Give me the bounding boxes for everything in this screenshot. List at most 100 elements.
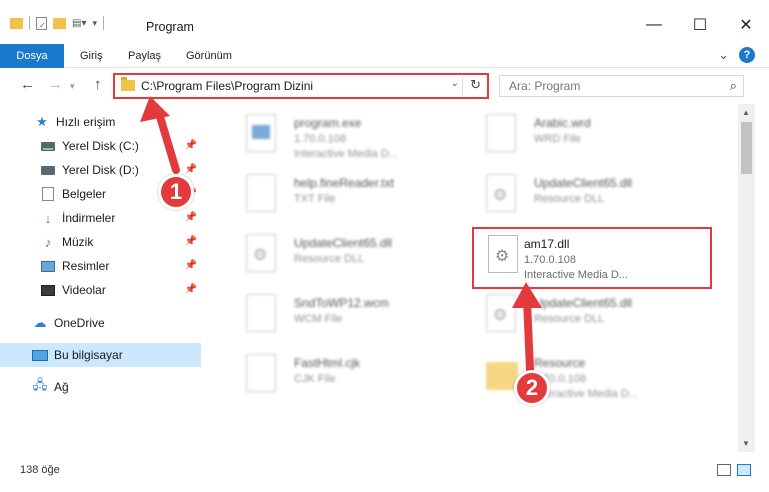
- executable-icon: [246, 114, 276, 152]
- search-input[interactable]: Ara: Program ⌕: [499, 75, 744, 97]
- sidebar-item-this-pc[interactable]: Bu bilgisayar: [0, 343, 201, 367]
- file-item[interactable]: UpdateClient65.dll Resource DLL: [232, 228, 468, 284]
- expand-ribbon-icon[interactable]: ⌄: [718, 47, 729, 63]
- sidebar-item-label: Ağ: [54, 380, 69, 394]
- file-name: help.fineReader.txt: [294, 176, 395, 190]
- file-item[interactable]: SndToWP12.wcm WCM File: [232, 288, 468, 344]
- scroll-up-icon[interactable]: ▲: [742, 108, 750, 117]
- search-icon[interactable]: ⌕: [730, 78, 737, 94]
- minimize-button[interactable]: —: [631, 10, 677, 40]
- videos-icon: [40, 282, 56, 298]
- file-meta: Resource DLL: [534, 313, 605, 325]
- address-divider: [462, 77, 463, 95]
- callout-badge-2: 2: [514, 370, 550, 406]
- recent-locations-icon[interactable]: ▾: [70, 81, 75, 92]
- tiles-view-icon[interactable]: [737, 464, 751, 476]
- file-meta: Resource DLL: [534, 193, 605, 205]
- pin-icon[interactable]: 📌: [185, 260, 197, 271]
- tab-share[interactable]: Paylaş: [128, 44, 161, 68]
- scroll-down-icon[interactable]: ▼: [742, 439, 750, 448]
- file-item[interactable]: program.exe 1.70.0.108 Interactive Media …: [232, 108, 468, 164]
- tab-file[interactable]: Dosya: [0, 44, 64, 68]
- address-path[interactable]: C:\Program Files\Program Dizini: [141, 79, 313, 93]
- sidebar-item-label: Bu bilgisayar: [54, 348, 123, 362]
- sidebar-item-music[interactable]: ♪ Müzik 📌: [0, 230, 201, 254]
- toolbar-dropdown-icon[interactable]: ▾: [92, 18, 97, 29]
- item-count: 138 öğe: [20, 464, 60, 476]
- maximize-button[interactable]: ☐: [677, 10, 723, 40]
- document-icon: [246, 354, 276, 392]
- file-item[interactable]: help.fineReader.txt TXT File: [232, 168, 468, 224]
- close-button[interactable]: ✕: [723, 10, 769, 40]
- sidebar-item-pictures[interactable]: Resimler 📌: [0, 254, 201, 278]
- up-arrow-icon[interactable]: ↑: [94, 76, 102, 93]
- address-bar[interactable]: C:\Program Files\Program Dizini ⌄ ↻: [113, 73, 489, 99]
- file-name: program.exe: [294, 116, 362, 130]
- document-icon: [486, 114, 516, 152]
- network-icon: 🖧: [32, 377, 48, 392]
- file-item[interactable]: UpdateClient65.dll Resource DLL: [472, 168, 708, 224]
- sidebar-item-downloads[interactable]: ↓ İndirmeler 📌: [0, 206, 201, 230]
- file-meta: WCM File: [294, 313, 343, 325]
- folder-item[interactable]: Resource 1.70.0.108 Interactive Media D..…: [472, 348, 708, 404]
- new-folder-icon[interactable]: [53, 17, 66, 29]
- toolbar-separator: [29, 16, 30, 30]
- navigation-pane: ★ Hızlı erişim Yerel Disk (C:) 📌 Yerel D…: [0, 104, 210, 452]
- details-view-icon[interactable]: [717, 464, 731, 476]
- file-item[interactable]: Arabic.wrd WRD File: [472, 108, 708, 164]
- address-row: ← → ▾ ↑ C:\Program Files\Program Dizini …: [0, 68, 769, 104]
- file-name: SndToWP12.wcm: [294, 296, 389, 310]
- sidebar-item-local-disk-c[interactable]: Yerel Disk (C:) 📌: [0, 134, 201, 158]
- tab-view[interactable]: Görünüm: [186, 44, 232, 68]
- scrollbar-thumb[interactable]: [741, 122, 752, 174]
- chevron-down-icon[interactable]: ⌄: [451, 78, 459, 89]
- properties-icon[interactable]: ✓: [36, 16, 47, 30]
- sidebar-item-quick-access[interactable]: ★ Hızlı erişim: [0, 110, 201, 134]
- pin-icon[interactable]: 📌: [185, 164, 197, 175]
- file-item[interactable]: UpdateClient65.dll Resource DLL: [472, 288, 708, 344]
- pin-icon[interactable]: 📌: [185, 284, 197, 295]
- cloud-icon: ☁: [33, 315, 47, 330]
- refresh-icon[interactable]: ↻: [470, 77, 481, 93]
- toolbar-separator: [103, 16, 104, 30]
- sidebar-item-label: Hızlı erişim: [56, 115, 116, 129]
- file-meta: CJK File: [294, 373, 336, 385]
- forward-arrow-icon[interactable]: →: [48, 76, 63, 93]
- file-meta: 1.70.0.108 Interactive Media D...: [294, 133, 398, 160]
- sidebar-item-onedrive[interactable]: ☁ OneDrive: [0, 311, 201, 335]
- window-title: Program: [146, 20, 194, 34]
- dll-gear-icon: [246, 234, 276, 272]
- music-icon: ♪: [44, 234, 52, 250]
- file-list: program.exe 1.70.0.108 Interactive Media …: [210, 104, 738, 452]
- tab-home[interactable]: Giriş: [80, 44, 103, 68]
- sidebar-item-label: OneDrive: [54, 316, 105, 330]
- file-name: FastHtml.cjk: [294, 356, 360, 370]
- ribbon-controls: ⌄ ?: [718, 47, 755, 63]
- sidebar-item-videos[interactable]: Videolar 📌: [0, 278, 201, 302]
- dll-gear-icon: [488, 235, 518, 273]
- folder-icon: [10, 17, 23, 29]
- pictures-icon: [40, 258, 56, 274]
- window-controls: — ☐ ✕: [631, 10, 769, 40]
- help-icon[interactable]: ?: [739, 47, 755, 63]
- customize-toolbar-icon[interactable]: ▤▾: [72, 18, 86, 29]
- pin-icon[interactable]: 📌: [185, 212, 197, 223]
- drive-icon: [40, 162, 56, 178]
- file-name: Resource: [534, 356, 586, 370]
- file-item[interactable]: FastHtml.cjk CJK File: [232, 348, 468, 404]
- quick-access-toolbar: ✓ ▤▾ ▾: [10, 16, 104, 30]
- vertical-scrollbar[interactable]: ▲ ▼: [738, 104, 755, 452]
- search-placeholder: Ara: Program: [509, 79, 581, 93]
- star-icon: ★: [36, 114, 48, 129]
- sidebar-item-label: Resimler: [62, 259, 110, 273]
- file-meta: Resource DLL: [294, 253, 365, 265]
- file-item-highlighted[interactable]: am17.dll 1.70.0.108Interactive Media D..…: [472, 227, 712, 289]
- folder-icon: [121, 77, 135, 91]
- pin-icon[interactable]: 📌: [185, 140, 197, 151]
- sidebar-item-label: Müzik: [62, 235, 94, 249]
- sidebar-item-network[interactable]: 🖧 Ağ: [0, 375, 201, 399]
- document-icon: [246, 294, 276, 332]
- back-arrow-icon[interactable]: ←: [20, 76, 35, 93]
- pin-icon[interactable]: 📌: [185, 236, 197, 247]
- file-name: UpdateClient65.dll: [294, 236, 393, 250]
